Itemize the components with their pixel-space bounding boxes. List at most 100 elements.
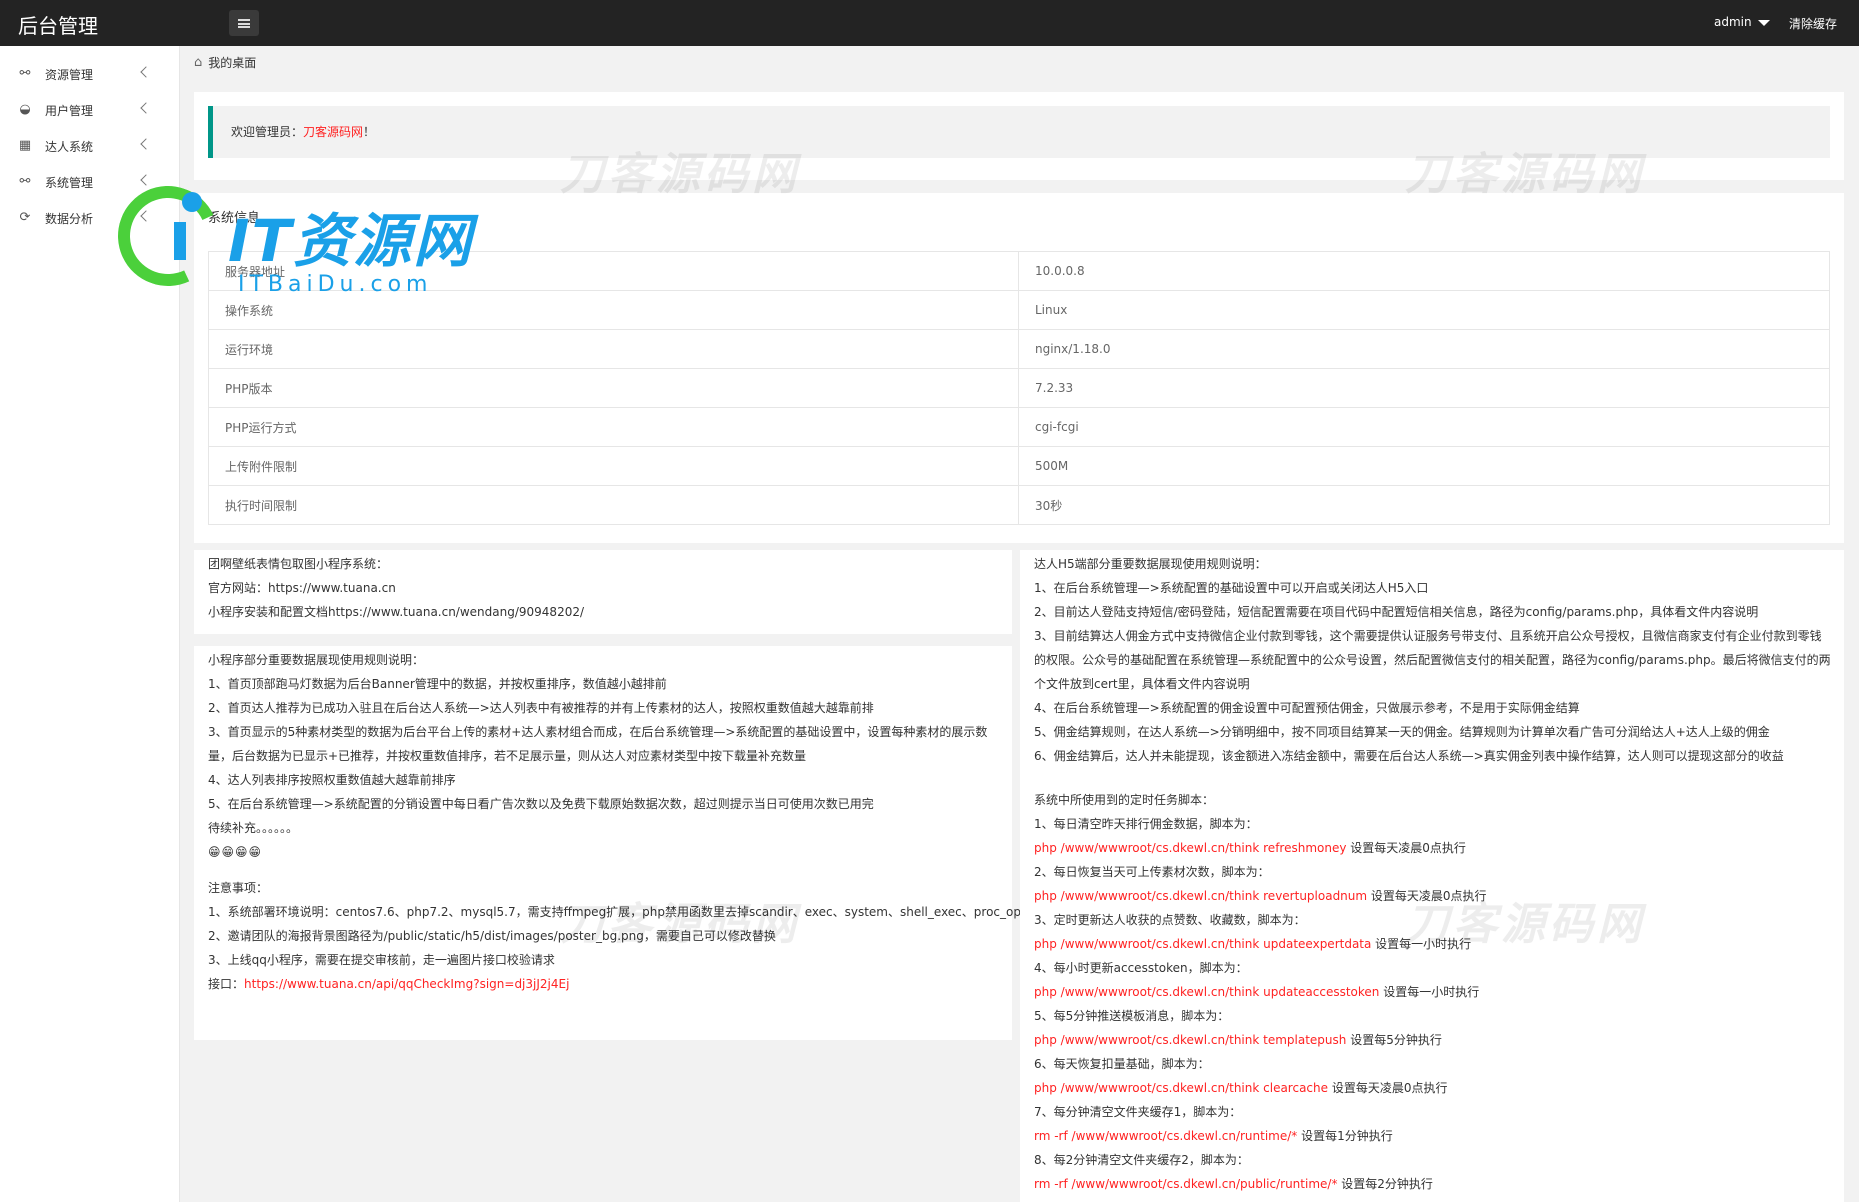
app-title: 后台管理 [18, 14, 98, 38]
menu-toggle-button[interactable] [229, 10, 259, 36]
api-label: 接口： [208, 977, 245, 991]
cron-schedule: 设置每2分钟执行 [1337, 1177, 1433, 1191]
table-cell-value: Linux [1018, 290, 1830, 330]
home-icon[interactable]: ⌂ [194, 55, 202, 70]
table-cell-key: 执行时间限制 [208, 485, 1019, 525]
table-row: 执行时间限制 30秒 [208, 485, 1830, 525]
logo-bar-icon [174, 222, 186, 260]
chevron-left-icon [140, 138, 152, 150]
sidebar-item-experts[interactable]: ▦ 达人系统 [0, 128, 179, 164]
app-info-line: 小程序安装和配置文档https://www.tuana.cn/wendang/9… [208, 605, 585, 619]
rules-line: 待续补充。。。。。。 [208, 821, 299, 835]
table-cell-key: PHP运行方式 [208, 407, 1019, 447]
h5-rules-line: 5、佣金结算规则，在达人系统—>分销明细中，按不同项目结算某一天的佣金。结算规则… [1034, 725, 1770, 739]
cron-desc: 3、定时更新达人收获的点赞数、收藏数，脚本为： [1034, 913, 1306, 927]
h5-rules-line: 6、佣金结算后，达人并未能提现，该金额进入冻结金额中，需要在后台达人系统—>真实… [1034, 749, 1784, 763]
sidebar-item-users[interactable]: ◒ 用户管理 [0, 92, 179, 128]
rules-line: 小程序部分重要数据展现使用规则说明： [208, 653, 425, 667]
hamburger-icon [238, 18, 250, 28]
table-cell-value: 500M [1018, 446, 1830, 486]
sidebar-item-label: 数据分析 [45, 211, 94, 226]
cron-title: 系统中所使用到的定时任务脚本： [1034, 793, 1215, 807]
rules-line: 量，后台数据为已显示+已推荐，并按权重数值排序，若不足展示量，则从达人对应素材类… [208, 749, 807, 763]
welcome-message: 欢迎管理员：刀客源码网！ [208, 106, 1830, 158]
cron-cmd: php /www/wwwroot/cs.dkewl.cn/think updat… [1020, 980, 1844, 1004]
table-cell-value: 7.2.33 [1018, 368, 1830, 408]
rules-line: 5、在后台系统管理—>系统配置的分销设置中每日看广告次数以及免费下载原始数据次数… [208, 797, 874, 811]
logo-ring-icon [103, 171, 233, 301]
cron-schedule: 设置每一小时执行 [1371, 937, 1472, 951]
sidebar-item-resources[interactable]: ⚯ 资源管理 [0, 56, 179, 92]
logo-dot-icon [182, 192, 202, 212]
chevron-left-icon [140, 66, 152, 78]
api-link[interactable]: https://www.tuana.cn/api/qqCheckImg?sign… [244, 977, 569, 991]
h5-rules-title: 达人H5端部分重要数据展现使用规则说明： [1034, 557, 1267, 571]
user-admin-icon: ⚯ [19, 174, 31, 189]
grid-icon: ▦ [18, 138, 32, 153]
cron-command: rm -rf /www/wwwroot/cs.dkewl.cn/public/r… [1034, 1177, 1338, 1191]
notes-line: 3、上线qq小程序，需要在提交审核前，走一遍图片接口校验请求 [208, 953, 555, 967]
table-row: 操作系统 Linux [208, 290, 1830, 330]
table-cell-key: PHP版本 [208, 368, 1019, 408]
h5-rules-line: 的权限。公众号的基础配置在系统管理—系统配置中的公众号设置，然后配置微信支付的相… [1034, 653, 1831, 667]
chevron-left-icon [140, 174, 152, 186]
rules-line: 3、首页显示的5种素材类型的数据为后台平台上传的素材+达人素材组合而成，在后台系… [208, 725, 988, 739]
table-cell-value: 10.0.0.8 [1018, 251, 1830, 291]
cron-desc: 2、每日恢复当天可上传素材次数，脚本为： [1034, 865, 1270, 879]
miniapp-rules-card: 小程序部分重要数据展现使用规则说明： 1、首页顶部跑马灯数据为后台Banner管… [194, 646, 1036, 1040]
cron-schedule: 设置每天凌晨0点执行 [1328, 1081, 1448, 1095]
h5-rules-line: 4、在后台系统管理—>系统配置的佣金设置中可配置预估佣金，只做展示参考，不是用于… [1034, 701, 1580, 715]
app-info-line: 官方网站：https://www.tuana.cn [208, 581, 396, 595]
breadcrumb-current[interactable]: 我的桌面 [208, 54, 256, 71]
cron-cmd: rm -rf /www/wwwroot/cs.dkewl.cn/public/r… [1020, 1172, 1844, 1196]
cron-cmd: php /www/wwwroot/cs.dkewl.cn/think templ… [1020, 1028, 1844, 1052]
logo-subtitle: ITBaiDu.com [238, 272, 433, 297]
cron-command: rm -rf /www/wwwroot/cs.dkewl.cn/runtime/… [1034, 1129, 1298, 1143]
top-bar: 后台管理 admin 清除缓存 [0, 0, 1859, 46]
table-row: 运行环境 nginx/1.18.0 [208, 329, 1830, 369]
user-name: admin [1714, 15, 1752, 29]
table-row: 上传附件限制 500M [208, 446, 1830, 486]
cron-schedule: 设置每天凌晨0点执行 [1346, 841, 1466, 855]
app-info-card: 团啊壁纸表情包取图小程序系统： 官方网站：https://www.tuana.c… [194, 550, 1012, 634]
table-cell-key: 上传附件限制 [208, 446, 1019, 486]
welcome-prefix: 欢迎管理员： [231, 125, 304, 139]
cron-schedule: 设置每5分钟执行 [1346, 1033, 1442, 1047]
h5-rules-line: 1、在后台系统管理—>系统配置的基础设置中可以开启或关闭达人H5入口 [1034, 581, 1429, 595]
cron-desc: 6、每天恢复扣量基础，脚本为： [1034, 1057, 1210, 1071]
cron-desc: 7、每分钟清空文件夹缓存1，脚本为： [1034, 1105, 1242, 1119]
cron-command: php /www/wwwroot/cs.dkewl.cn/think rever… [1034, 889, 1368, 903]
notes-line: 1、系统部署环境说明：centos7.6、php7.2、mysql5.7，需支持… [208, 905, 1036, 919]
cron-schedule: 设置每天凌晨0点执行 [1367, 889, 1487, 903]
cron-desc: 8、每2分钟清空文件夹缓存2，脚本为： [1034, 1153, 1249, 1167]
rules-line: 1、首页顶部跑马灯数据为后台Banner管理中的数据，并按权重排序，数值越小越排… [208, 677, 667, 691]
sidebar-item-label: 系统管理 [45, 175, 94, 190]
emoji-row: 😁😁😁😁 [208, 845, 263, 859]
rules-line: 2、首页达人推荐为已成功入驻且在后台达人系统—>达人列表中有被推荐的并有上传素材… [208, 701, 874, 715]
welcome-suffix: ！ [363, 125, 376, 139]
clear-cache-button[interactable]: 清除缓存 [1789, 15, 1837, 32]
cron-command: php /www/wwwroot/cs.dkewl.cn/think refre… [1034, 841, 1347, 855]
table-row: PHP运行方式 cgi-fcgi [208, 407, 1830, 447]
cron-command: php /www/wwwroot/cs.dkewl.cn/think updat… [1034, 937, 1372, 951]
table-cell-key: 运行环境 [208, 329, 1019, 369]
cron-cmd: php /www/wwwroot/cs.dkewl.cn/think rever… [1020, 884, 1844, 908]
user-menu[interactable]: admin [1714, 15, 1770, 29]
table-cell-value: 30秒 [1018, 485, 1830, 525]
sidebar-item-label: 达人系统 [45, 139, 94, 154]
h5-rules-line: 个文件放到cert里，具体看文件内容说明 [1034, 677, 1250, 691]
notes-title: 注意事项： [208, 881, 269, 895]
table-cell-value: nginx/1.18.0 [1018, 329, 1830, 369]
cron-schedule: 设置每一小时执行 [1379, 985, 1480, 999]
cron-command: php /www/wwwroot/cs.dkewl.cn/think templ… [1034, 1033, 1347, 1047]
user-icon: ⚯ [19, 66, 31, 81]
welcome-site: 刀客源码网 [303, 125, 364, 139]
h5-rules-line: 2、目前达人登陆支持短信/密码登陆，短信配置需要在项目代码中配置短信相关信息，路… [1034, 605, 1759, 619]
h5-rules-line: 3、目前结算达人佣金方式中支持微信企业付款到零钱，这个需要提供认证服务号带支付、… [1034, 629, 1822, 643]
palette-icon: ◒ [19, 102, 31, 117]
sidebar-item-label: 资源管理 [45, 67, 94, 82]
it-resource-logo: IT资源网 ITBaiDu.com [103, 171, 518, 301]
cron-desc: 4、每小时更新accesstoken，脚本为： [1034, 961, 1248, 975]
